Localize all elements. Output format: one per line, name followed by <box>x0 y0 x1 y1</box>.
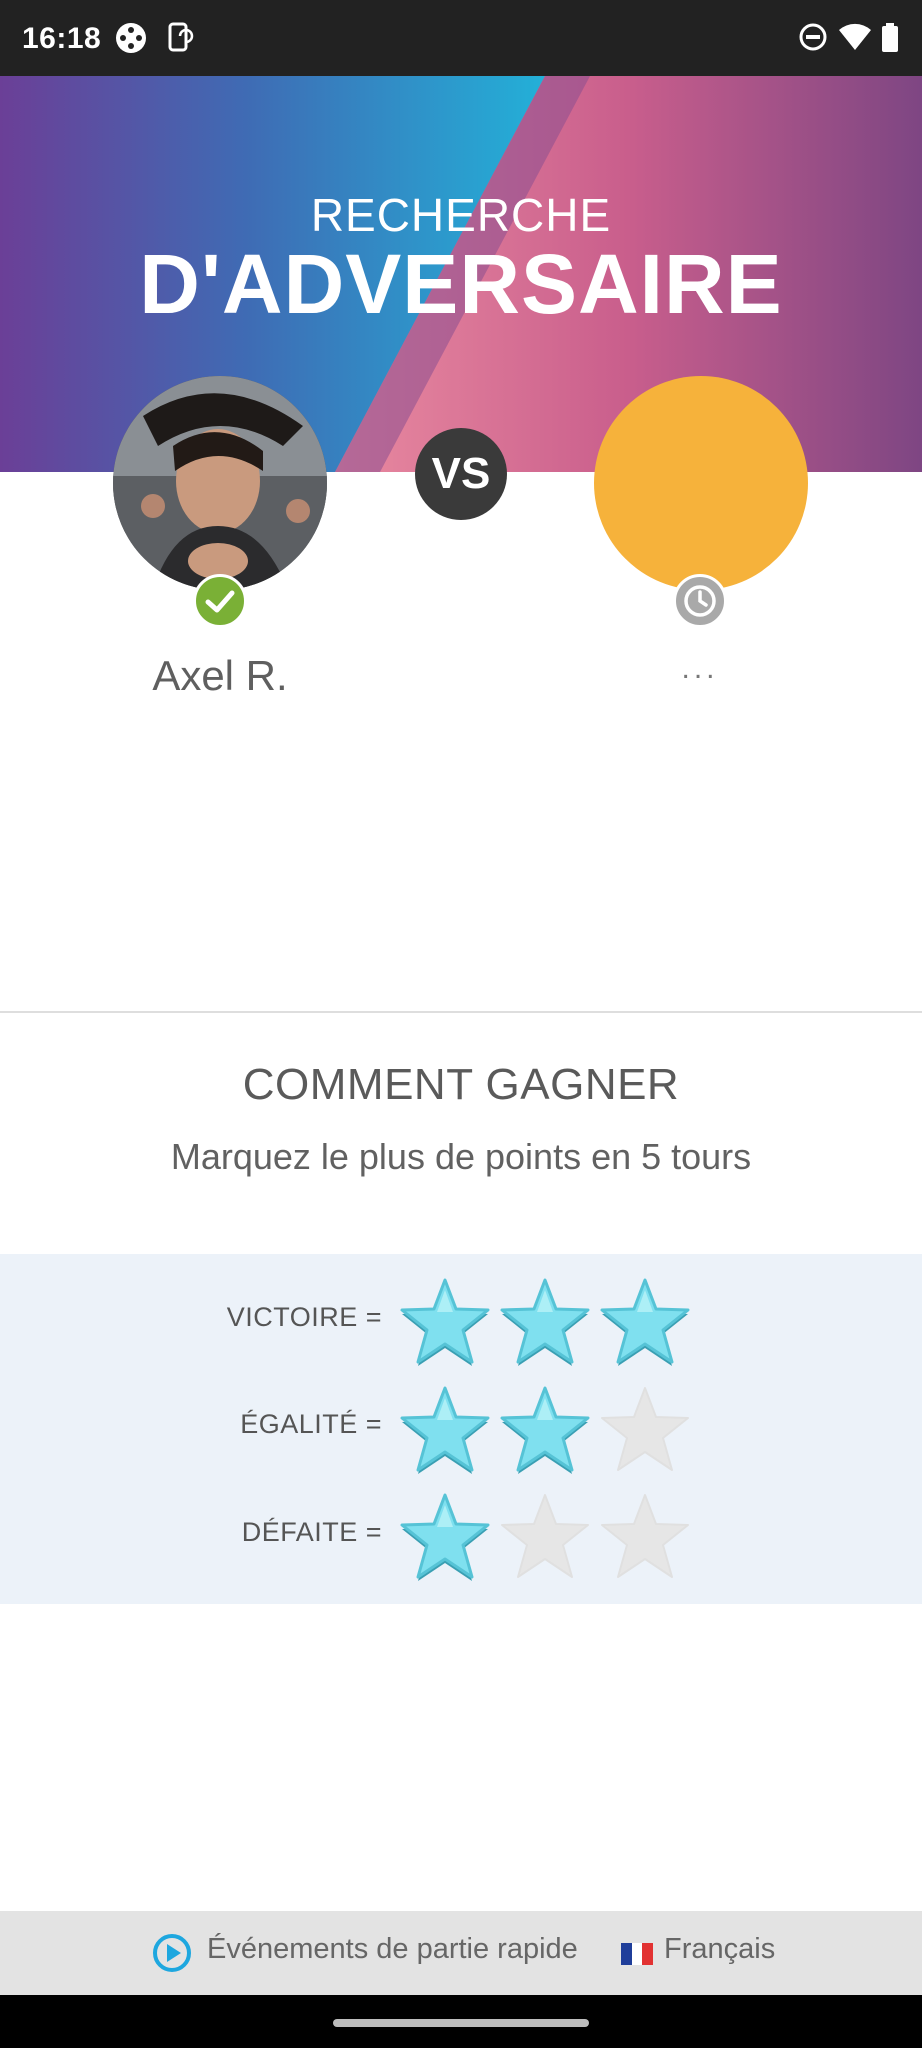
reward-label-defeat: DÉFAITE = <box>241 1517 382 1547</box>
star-filled-icon <box>400 1278 490 1366</box>
opponent-name: ... <box>681 652 719 685</box>
rewards-panel: VICTOIRE = ÉGALITÉ = DÉFAITE = <box>0 1254 922 1604</box>
star-filled-icon <box>400 1386 490 1474</box>
wifi-icon <box>839 23 871 50</box>
opponent-avatar-placeholder <box>594 376 808 590</box>
section-divider <box>0 1011 922 1013</box>
vs-badge: VS <box>415 428 507 520</box>
language-selector[interactable]: Français <box>664 1933 775 1966</box>
star-filled-icon <box>600 1278 690 1366</box>
reward-label-draw: ÉGALITÉ = <box>240 1409 382 1439</box>
status-time: 16:18 <box>22 22 102 55</box>
quick-game-events-link[interactable]: Événements de partie rapide <box>207 1933 578 1966</box>
phone-rotate-icon <box>168 22 194 52</box>
status-bar: 16:18 <box>0 0 922 76</box>
play-circle-icon[interactable] <box>152 1933 192 1973</box>
player-avatar <box>113 376 327 590</box>
star-filled-icon <box>500 1386 590 1474</box>
star-filled-icon <box>500 1278 590 1366</box>
home-handle[interactable] <box>333 2019 589 2027</box>
player-name: Axel R. <box>152 652 288 699</box>
do-not-disturb-icon <box>799 23 827 51</box>
waiting-clock-icon <box>673 574 727 628</box>
how-to-win-subtitle: Marquez le plus de points en 5 tours <box>170 1136 752 1177</box>
player-photo <box>113 376 327 590</box>
reward-label-victory: VICTOIRE = <box>226 1302 382 1332</box>
system-nav-bar <box>0 1995 922 2048</box>
footer-bar: Événements de partie rapide Français <box>0 1911 922 1995</box>
star-empty-icon <box>601 1494 689 1578</box>
gamepad-icon <box>116 23 146 53</box>
ready-check-icon <box>193 574 247 628</box>
how-to-win-title: COMMENT GAGNER <box>242 1060 680 1109</box>
star-empty-icon <box>601 1387 689 1471</box>
french-flag-icon[interactable] <box>621 1943 653 1965</box>
battery-icon <box>882 23 898 52</box>
star-filled-icon <box>400 1493 490 1581</box>
star-empty-icon <box>501 1494 589 1578</box>
page-title: D'ADVERSAIRE <box>139 237 783 331</box>
page-title-small: RECHERCHE <box>310 189 612 241</box>
